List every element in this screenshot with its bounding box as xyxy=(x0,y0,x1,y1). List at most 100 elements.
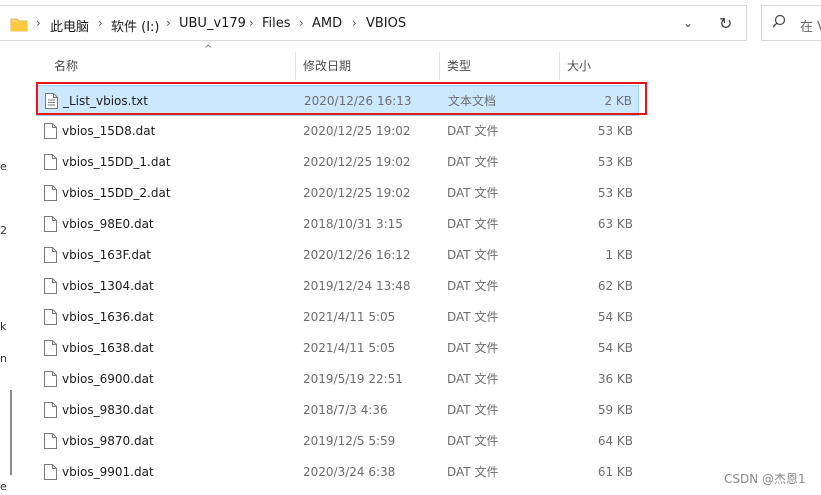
search-input[interactable]: 在 V xyxy=(761,5,821,41)
nav-fragment[interactable]: k xyxy=(0,320,6,333)
file-size: 64 KB xyxy=(597,434,633,448)
file-type: DAT 文件 xyxy=(447,217,499,231)
file-size: 61 KB xyxy=(597,465,633,479)
nav-fragment[interactable]: n xyxy=(0,352,7,365)
chevron-right-icon[interactable]: › xyxy=(299,16,304,30)
file-row[interactable]: vbios_1304.dat 2019/12/24 13:48 DAT 文件 6… xyxy=(36,271,639,302)
file-name: vbios_15DD_1.dat xyxy=(62,155,171,169)
file-row[interactable]: vbios_15DD_1.dat 2020/12/25 19:02 DAT 文件… xyxy=(36,147,639,178)
file-name: vbios_15D8.dat xyxy=(62,124,156,138)
file-date: 2019/12/24 13:48 xyxy=(303,279,411,293)
file-date: 2020/12/26 16:12 xyxy=(303,248,411,262)
breadcrumb-amd[interactable]: AMD xyxy=(312,16,342,31)
file-icon xyxy=(44,154,57,173)
file-icon xyxy=(44,309,57,328)
file-icon xyxy=(44,402,57,421)
file-name: vbios_98E0.dat xyxy=(62,217,154,231)
file-name: vbios_9870.dat xyxy=(62,434,154,448)
file-name: vbios_6900.dat xyxy=(62,372,154,386)
file-date: 2020/3/24 6:38 xyxy=(303,465,396,479)
address-bar[interactable]: › 此电脑 › 软件 (I:) › UBU_v179 › Files › AMD… xyxy=(0,5,747,41)
file-icon xyxy=(44,247,57,266)
column-size[interactable]: 大小 xyxy=(559,52,639,80)
file-date: 2020/12/25 19:02 xyxy=(303,155,411,169)
chevron-down-icon[interactable]: ⌄ xyxy=(683,16,693,30)
nav-scrollbar[interactable] xyxy=(10,390,12,475)
file-name: vbios_9901.dat xyxy=(62,465,154,479)
file-row[interactable]: vbios_1636.dat 2021/4/11 5:05 DAT 文件 54 … xyxy=(36,302,639,333)
file-icon xyxy=(44,216,57,235)
file-name: vbios_1636.dat xyxy=(62,310,154,324)
chevron-right-icon[interactable]: › xyxy=(98,16,103,30)
file-row[interactable]: vbios_9870.dat 2019/12/5 5:59 DAT 文件 64 … xyxy=(36,426,639,457)
file-size: 53 KB xyxy=(597,124,633,138)
search-icon xyxy=(772,14,786,32)
highlight-box xyxy=(36,82,647,115)
refresh-icon[interactable]: ↻ xyxy=(719,14,732,33)
file-type: DAT 文件 xyxy=(447,186,499,200)
column-date[interactable]: 修改日期 xyxy=(295,52,440,80)
file-icon xyxy=(44,371,57,390)
file-type: DAT 文件 xyxy=(447,279,499,293)
breadcrumb-files[interactable]: Files xyxy=(262,16,291,31)
file-date: 2018/7/3 4:36 xyxy=(303,403,388,417)
nav-fragment[interactable]: e xyxy=(0,480,7,493)
breadcrumb-drive[interactable]: 软件 (I:) xyxy=(111,16,160,35)
breadcrumb-ubu[interactable]: UBU_v179 xyxy=(179,16,246,31)
file-type: DAT 文件 xyxy=(447,124,499,138)
file-name: vbios_1304.dat xyxy=(62,279,154,293)
file-row[interactable]: vbios_6900.dat 2019/5/19 22:51 DAT 文件 36… xyxy=(36,364,639,395)
file-type: DAT 文件 xyxy=(447,434,499,448)
column-name-label: 名称 xyxy=(54,59,79,73)
column-type-label: 类型 xyxy=(447,59,472,73)
file-icon xyxy=(44,464,57,483)
file-row[interactable]: vbios_9830.dat 2018/7/3 4:36 DAT 文件 59 K… xyxy=(36,395,639,426)
column-name[interactable]: 名称 xyxy=(46,52,296,80)
file-size: 63 KB xyxy=(597,217,633,231)
file-size: 36 KB xyxy=(597,372,633,386)
search-placeholder: 在 V xyxy=(800,20,821,35)
file-name: vbios_1638.dat xyxy=(62,341,154,355)
file-date: 2021/4/11 5:05 xyxy=(303,341,396,355)
file-type: DAT 文件 xyxy=(447,310,499,324)
folder-icon xyxy=(10,16,28,35)
file-date: 2020/12/25 19:02 xyxy=(303,186,411,200)
file-size: 53 KB xyxy=(597,186,633,200)
nav-fragment[interactable]: e xyxy=(0,160,7,173)
file-name: vbios_163F.dat xyxy=(62,248,152,262)
file-type: DAT 文件 xyxy=(447,341,499,355)
nav-fragment[interactable]: 2 xyxy=(0,224,7,237)
chevron-right-icon[interactable]: › xyxy=(166,16,171,30)
breadcrumb-this-pc[interactable]: 此电脑 xyxy=(50,16,89,35)
column-header: ^ 名称 修改日期 类型 大小 xyxy=(36,44,639,80)
column-type[interactable]: 类型 xyxy=(439,52,559,80)
file-size: 1 KB xyxy=(605,248,633,262)
file-icon xyxy=(44,185,57,204)
file-size: 53 KB xyxy=(597,155,633,169)
file-type: DAT 文件 xyxy=(447,403,499,417)
file-size: 54 KB xyxy=(597,310,633,324)
file-size: 62 KB xyxy=(597,279,633,293)
file-icon xyxy=(44,278,57,297)
file-row[interactable]: vbios_1638.dat 2021/4/11 5:05 DAT 文件 54 … xyxy=(36,333,639,364)
file-date: 2020/12/25 19:02 xyxy=(303,124,411,138)
file-icon xyxy=(44,123,57,142)
chevron-right-icon[interactable]: › xyxy=(36,16,41,30)
file-row[interactable]: vbios_15D8.dat 2020/12/25 19:02 DAT 文件 5… xyxy=(36,116,639,147)
file-type: DAT 文件 xyxy=(447,248,499,262)
file-row[interactable]: vbios_15DD_2.dat 2020/12/25 19:02 DAT 文件… xyxy=(36,178,639,209)
file-name: vbios_15DD_2.dat xyxy=(62,186,171,200)
file-date: 2019/5/19 22:51 xyxy=(303,372,403,386)
file-date: 2018/10/31 3:15 xyxy=(303,217,403,231)
chevron-right-icon[interactable]: › xyxy=(249,16,254,30)
file-size: 59 KB xyxy=(597,403,633,417)
file-row[interactable]: vbios_98E0.dat 2018/10/31 3:15 DAT 文件 63… xyxy=(36,209,639,240)
file-row[interactable]: vbios_9901.dat 2020/3/24 6:38 DAT 文件 61 … xyxy=(36,457,639,488)
watermark: CSDN @杰恩1 xyxy=(724,472,806,486)
chevron-right-icon[interactable]: › xyxy=(352,16,357,30)
navigation-pane[interactable] xyxy=(0,42,8,495)
file-row[interactable]: vbios_163F.dat 2020/12/26 16:12 DAT 文件 1… xyxy=(36,240,639,271)
breadcrumb-vbios[interactable]: VBIOS xyxy=(366,16,406,31)
file-type: DAT 文件 xyxy=(447,372,499,386)
file-icon xyxy=(44,340,57,359)
